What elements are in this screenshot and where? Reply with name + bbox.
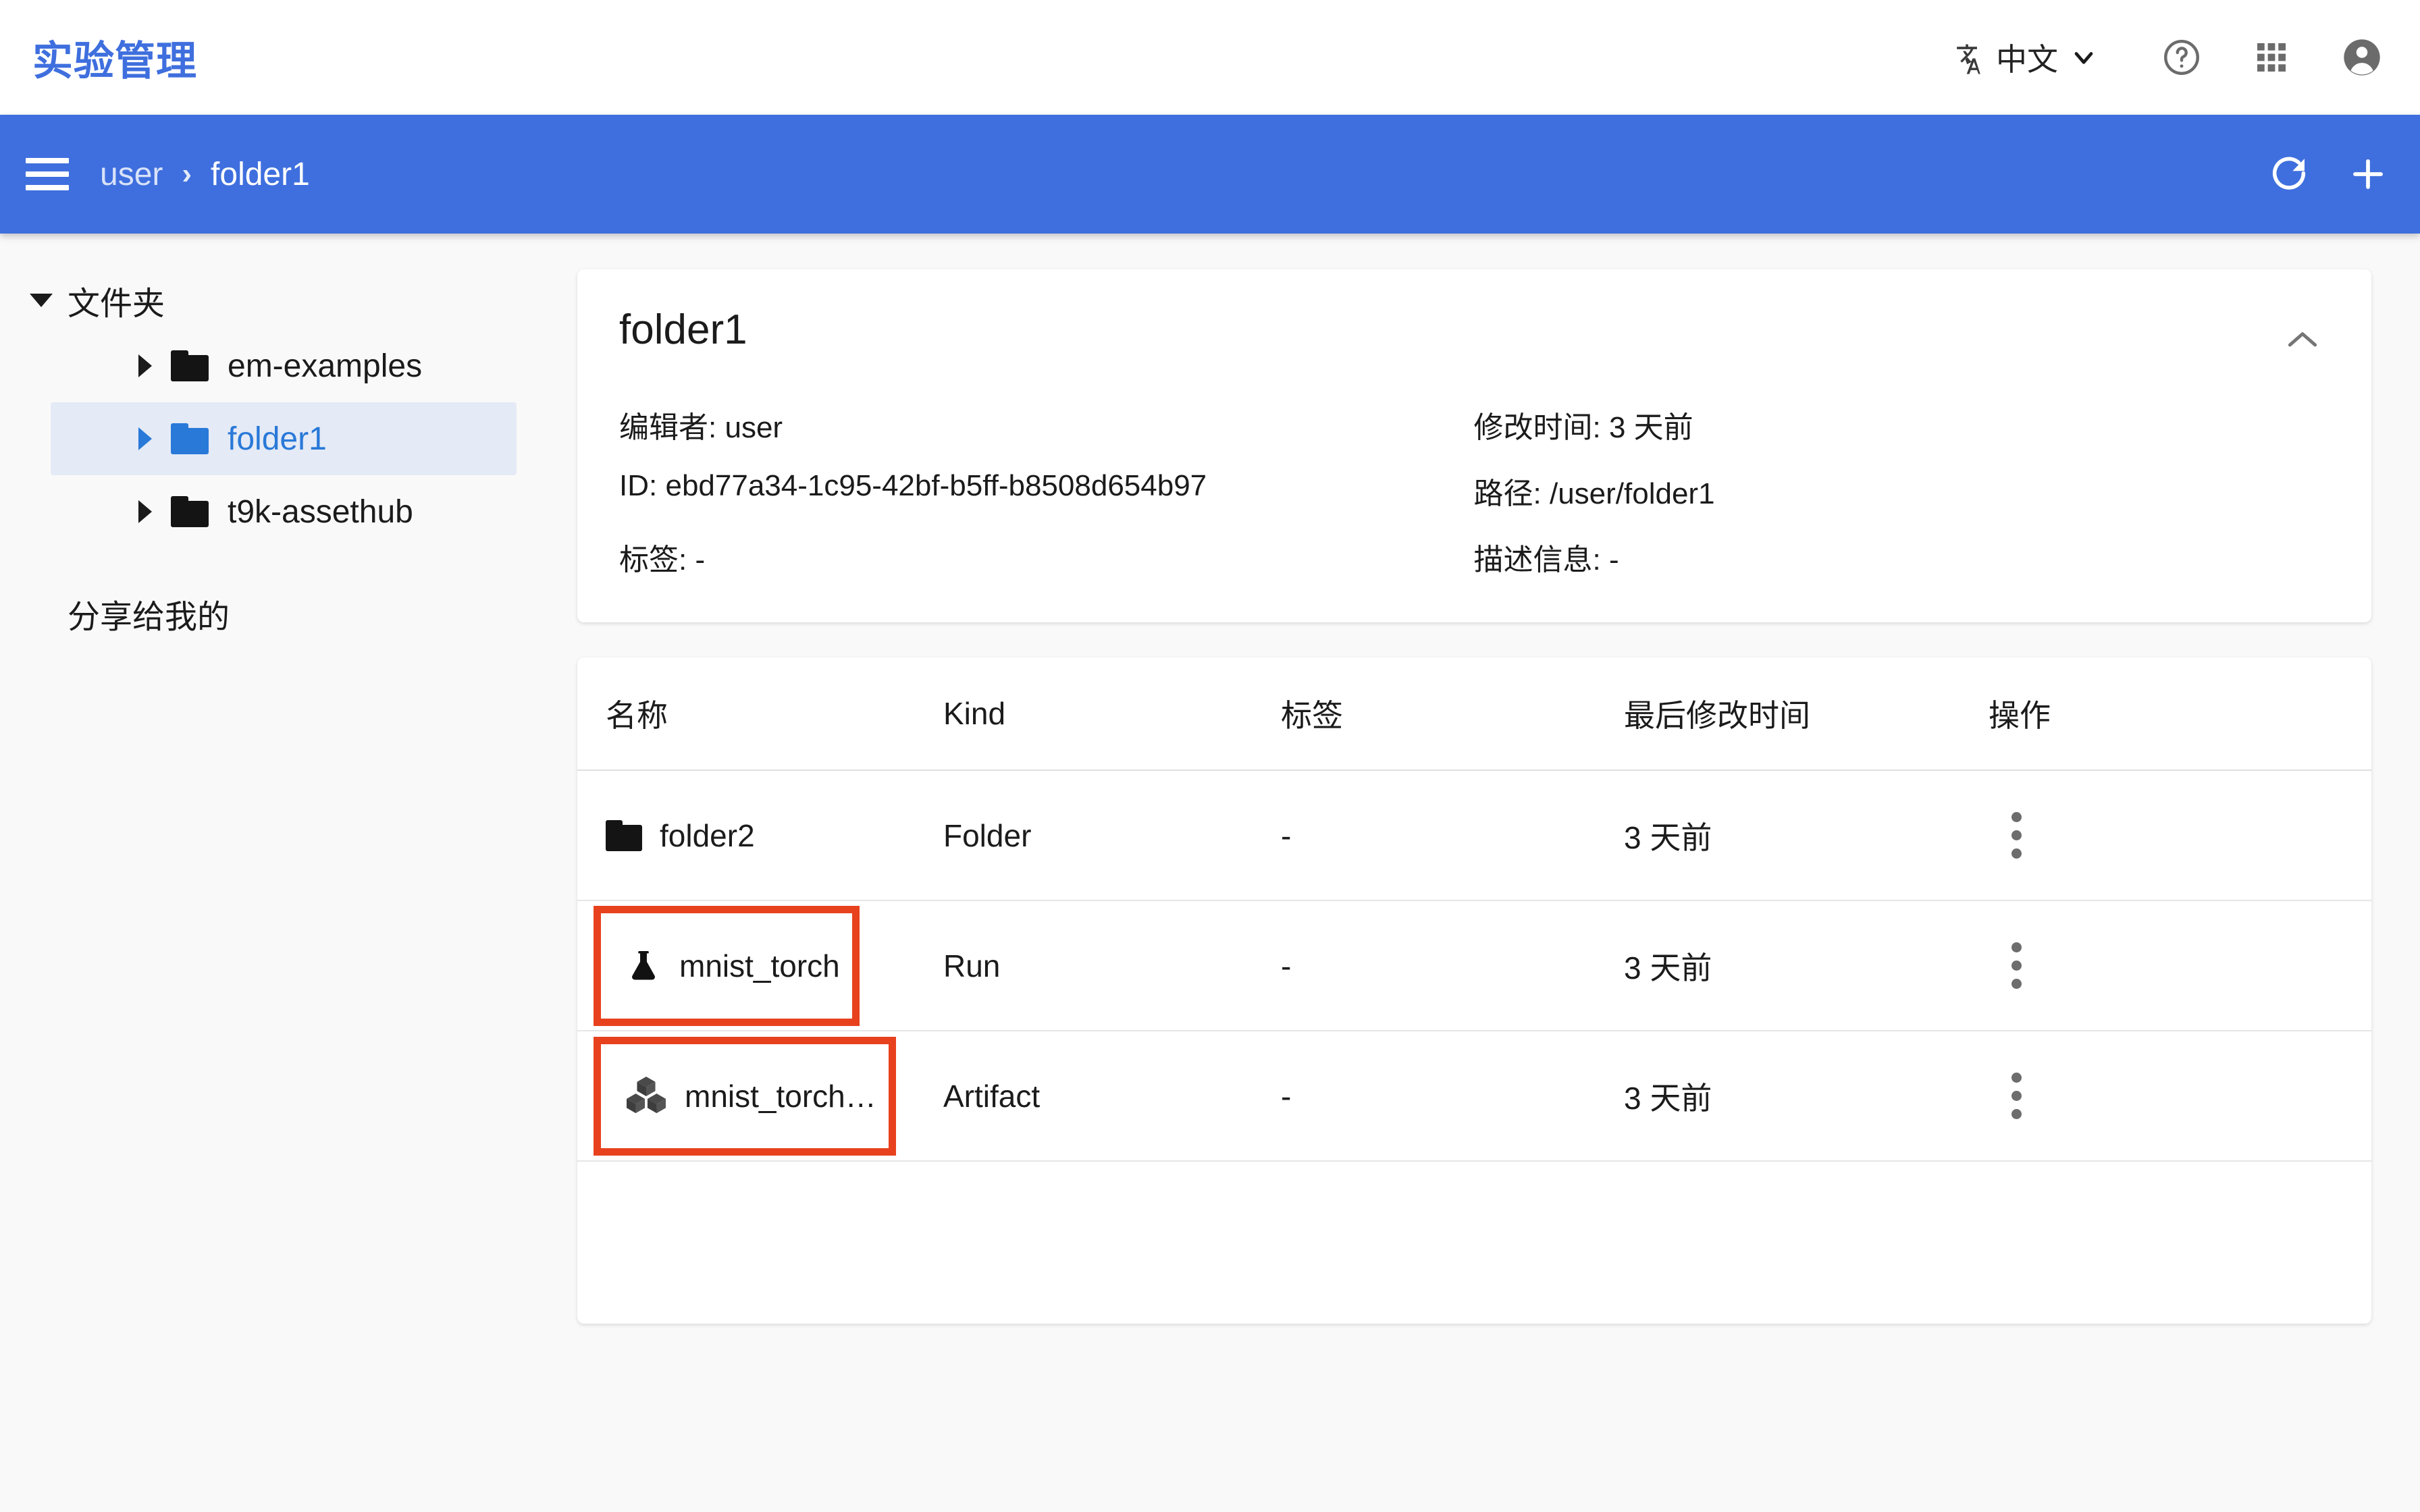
flask-icon [632,950,655,979]
top-bar-actions: 中文 [1934,35,2384,80]
cell-name[interactable]: folder2 [592,817,943,854]
sidebar-item-label: t9k-assethub [228,493,413,530]
meta-editor: 编辑者: user [619,392,1474,458]
cell-tags: - [1281,948,1292,983]
column-header-name[interactable]: 名称 [592,691,943,736]
folder-icon [171,423,209,454]
column-header-modified[interactable]: 最后修改时间 [1624,691,1989,736]
sidebar-item-label: em-examples [228,348,423,384]
meta-tags-label: 标签: [619,543,687,576]
sidebar-item-t9k-assethub[interactable]: t9k-assethub [51,475,517,548]
meta-editor-value: user [725,411,783,444]
folder-icon [171,496,209,527]
meta-tags-value: - [695,543,706,576]
triangle-right-icon[interactable] [138,354,152,377]
sidebar-section-label: 文件夹 [68,286,165,322]
breadcrumb-item-user[interactable]: user [100,156,163,193]
row-name-label: mnist_torch… [685,1078,876,1114]
folder-icon [606,819,642,851]
help-circle-icon[interactable] [2161,36,2203,78]
column-header-kind[interactable]: Kind [943,695,1281,732]
meta-modified-label: 修改时间: [1473,411,1601,444]
collapse-chevron-up-icon[interactable] [2281,325,2324,356]
sidebar: 文件夹 em-examples folder1 t9k-assethub 分享给… [0,234,577,1512]
row-name-label: folder2 [660,817,755,853]
more-options-icon[interactable] [1989,942,2022,989]
meta-description-value: - [1608,543,1619,576]
chevron-down-icon[interactable] [2069,43,2099,72]
folder-detail-card: folder1 编辑者: user 修改时间: 3 天前 ID: ebd77a3… [577,269,2371,622]
breadcrumb-item-folder1[interactable]: folder1 [211,156,310,193]
meta-id-value: ebd77a34-1c95-42bf-b5ff-b8508d654b97 [665,469,1207,502]
page-title: folder1 [619,306,747,353]
cell-kind: Artifact [943,1078,1041,1114]
triangle-right-icon[interactable] [138,500,152,523]
name-wrapper-highlighted: mnist_torch [594,905,860,1026]
hamburger-menu-icon[interactable] [26,158,69,190]
translate-icon [1946,38,1985,77]
app-title: 实验管理 [32,38,197,84]
contents-table: 名称 Kind 标签 最后修改时间 操作 folder2 Folder - 3 … [577,657,2371,1324]
meta-description: 描述信息: - [1474,524,2329,590]
meta-id-label: ID: [619,469,658,502]
sidebar-section-folders[interactable]: 文件夹 [0,271,577,329]
triangle-down-icon [30,294,53,307]
meta-description-label: 描述信息: [1473,543,1601,576]
sidebar-item-folder1[interactable]: folder1 [51,402,517,475]
cell-kind: Run [943,948,1001,983]
row-name-label: mnist_torch [679,948,840,983]
cell-tags: - [1281,1078,1292,1114]
cell-modified: 3 天前 [1624,819,1712,855]
table-row[interactable]: mnist_torch Run - 3 天前 [577,901,2371,1031]
breadcrumb-actions [2267,153,2389,196]
meta-tags: 标签: - [619,524,1474,590]
meta-editor-label: 编辑者: [619,411,717,444]
cubes-icon [627,1076,666,1113]
page-body: 文件夹 em-examples folder1 t9k-assethub 分享给… [0,234,2420,1512]
breadcrumb-bar: user › folder1 [0,115,2420,234]
more-options-icon[interactable] [1989,1073,2022,1119]
language-selector[interactable]: 中文 [1934,35,2111,80]
sidebar-item-label: folder1 [228,421,327,457]
name-wrapper: folder2 [606,817,755,854]
top-app-bar: 实验管理 中文 [0,0,2420,115]
folder-icon [171,350,209,381]
meta-path: 路径: /user/folder1 [1474,458,2329,524]
table-empty-area [577,1162,2371,1324]
sidebar-section-shared[interactable]: 分享给我的 [0,548,577,637]
meta-modified-value: 3 天前 [1608,411,1693,444]
cell-actions [1989,1073,2191,1119]
folder-metadata: 编辑者: user 修改时间: 3 天前 ID: ebd77a34-1c95-4… [619,392,2328,590]
language-label: 中文 [1996,42,2058,77]
breadcrumb: user › folder1 [26,156,310,193]
cell-name[interactable]: mnist_torch [592,905,943,1026]
main-content: folder1 编辑者: user 修改时间: 3 天前 ID: ebd77a3… [577,234,2420,1512]
meta-path-label: 路径: [1473,477,1542,510]
table-header-row: 名称 Kind 标签 最后修改时间 操作 [577,657,2371,771]
table-row[interactable]: mnist_torch… Artifact - 3 天前 [577,1031,2371,1162]
triangle-right-icon[interactable] [138,427,152,450]
cell-kind: Folder [943,817,1032,853]
meta-id: ID: ebd77a34-1c95-42bf-b5ff-b8508d654b97 [619,458,1474,524]
account-circle-icon[interactable] [2340,36,2384,79]
meta-modified: 修改时间: 3 天前 [1474,392,2329,458]
cell-name[interactable]: mnist_torch… [592,1036,943,1156]
apps-grid-icon[interactable] [2253,38,2290,76]
refresh-icon[interactable] [2267,153,2311,196]
name-wrapper-highlighted: mnist_torch… [594,1036,896,1156]
table-row[interactable]: folder2 Folder - 3 天前 [577,771,2371,901]
meta-path-value: /user/folder1 [1549,477,1715,510]
cell-modified: 3 天前 [1624,1080,1712,1116]
column-header-tags[interactable]: 标签 [1281,691,1624,736]
sidebar-item-em-examples[interactable]: em-examples [51,329,517,402]
cell-tags: - [1281,817,1292,853]
chevron-right-icon: › [182,157,192,190]
more-options-icon[interactable] [1989,812,2022,859]
cell-modified: 3 天前 [1624,950,1712,986]
cell-actions [1989,942,2191,989]
plus-icon[interactable] [2347,153,2389,195]
cell-actions [1989,812,2191,859]
column-header-actions: 操作 [1989,698,2051,733]
